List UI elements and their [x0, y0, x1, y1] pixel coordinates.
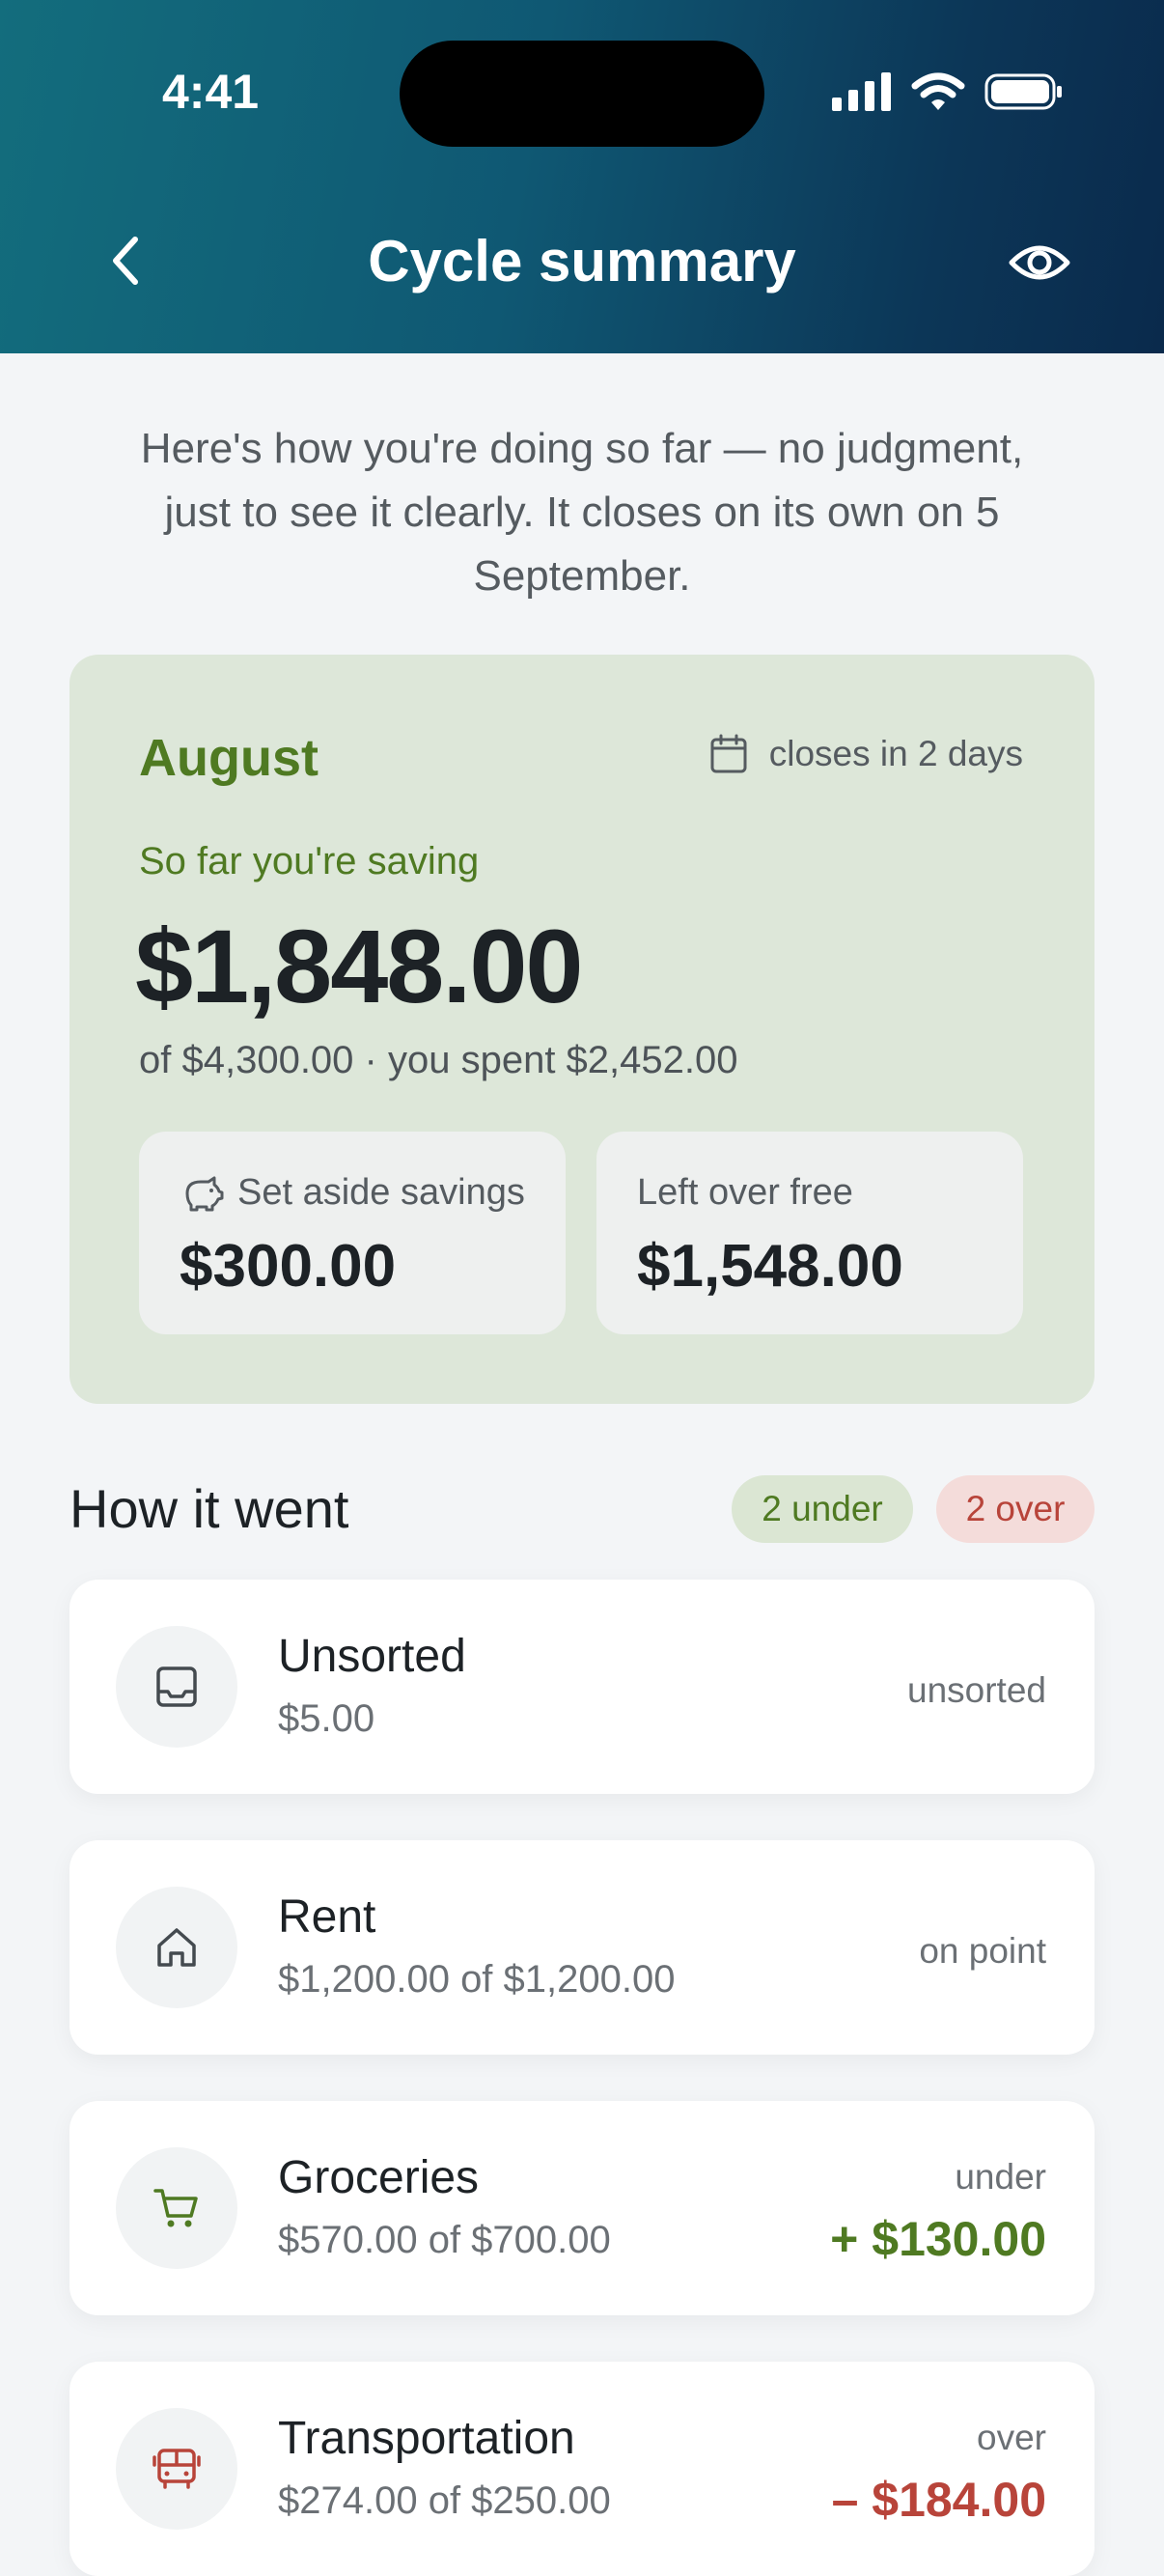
- category-row-rent[interactable]: Rent $1,200.00 of $1,200.00 on point: [69, 1840, 1095, 2055]
- wifi-icon: [911, 72, 965, 110]
- category-amount: $1,200.00 of $1,200.00: [278, 1958, 676, 2001]
- eye-icon: [1009, 245, 1070, 280]
- saving-subtext: of $4,300.00 · you spent $2,452.00: [139, 1039, 738, 1081]
- dynamic-island: [400, 41, 764, 147]
- intro-text: Here's how you're doing so far — no judg…: [140, 425, 1024, 600]
- left-over-label: Left over free: [637, 1172, 853, 1213]
- category-amount: $274.00 of $250.00: [278, 2479, 611, 2522]
- category-amount: $5.00: [278, 1697, 375, 1740]
- under-count-badge: 2 under: [732, 1475, 913, 1543]
- category-status: under: [955, 2157, 1046, 2197]
- category-status: unsorted: [907, 1670, 1046, 1710]
- category-name: Rent: [278, 1891, 376, 1943]
- category-icon-wrap: [116, 2147, 237, 2269]
- inbox-icon: [156, 1666, 197, 1707]
- saving-amount: $1,848.00: [135, 908, 583, 1024]
- status-icons: [832, 70, 1064, 114]
- cellular-signal-icon: [832, 72, 891, 111]
- category-amount: $570.00 of $700.00: [278, 2219, 611, 2261]
- cycle-summary-card: August closes in 2 days So far you're sa…: [69, 655, 1095, 1404]
- set-aside-label: Set aside savings: [237, 1172, 525, 1213]
- saving-label: So far you're saving: [139, 840, 480, 882]
- piggy-bank-icon: [185, 1176, 224, 1211]
- month-label: August: [139, 729, 319, 787]
- header: 4:41 Cycle summary: [0, 0, 1164, 353]
- bus-icon: [152, 2449, 201, 2489]
- category-status: over: [977, 2418, 1046, 2457]
- category-name: Groceries: [278, 2152, 480, 2203]
- page-title: Cycle summary: [368, 229, 796, 294]
- category-difference: – $184.00: [831, 2473, 1046, 2527]
- status-time: 4:41: [162, 65, 260, 119]
- category-name: Transportation: [278, 2413, 575, 2464]
- left-over-value: $1,548.00: [637, 1233, 903, 1300]
- section-title: How it went: [69, 1478, 349, 1539]
- cart-icon: [153, 2189, 198, 2227]
- battery-icon: [984, 73, 1062, 110]
- calendar-icon: [710, 734, 747, 773]
- home-icon: [157, 1928, 196, 1967]
- left-over-card: Left over free $1,548.00: [596, 1132, 1023, 1334]
- closes-info: closes in 2 days: [709, 734, 1023, 774]
- category-row-groceries[interactable]: Groceries $570.00 of $700.00 under + $13…: [69, 2101, 1095, 2315]
- category-icon-wrap: [116, 1887, 237, 2008]
- category-row-transportation[interactable]: Transportation $274.00 of $250.00 over –…: [69, 2362, 1095, 2576]
- set-aside-value: $300.00: [180, 1233, 397, 1300]
- closes-label: closes in 2 days: [768, 734, 1023, 773]
- visibility-toggle-button[interactable]: [1008, 236, 1071, 290]
- category-name: Unsorted: [278, 1631, 466, 1682]
- set-aside-card: Set aside savings $300.00: [139, 1132, 566, 1334]
- set-aside-label-row: Set aside savings: [180, 1172, 525, 1214]
- category-status: on point: [919, 1931, 1046, 1971]
- category-icon-wrap: [116, 1626, 237, 1748]
- category-difference: + $130.00: [830, 2212, 1046, 2266]
- category-row-unsorted[interactable]: Unsorted $5.00 unsorted: [69, 1580, 1095, 1794]
- over-count-badge: 2 over: [936, 1475, 1095, 1543]
- category-icon-wrap: [116, 2408, 237, 2530]
